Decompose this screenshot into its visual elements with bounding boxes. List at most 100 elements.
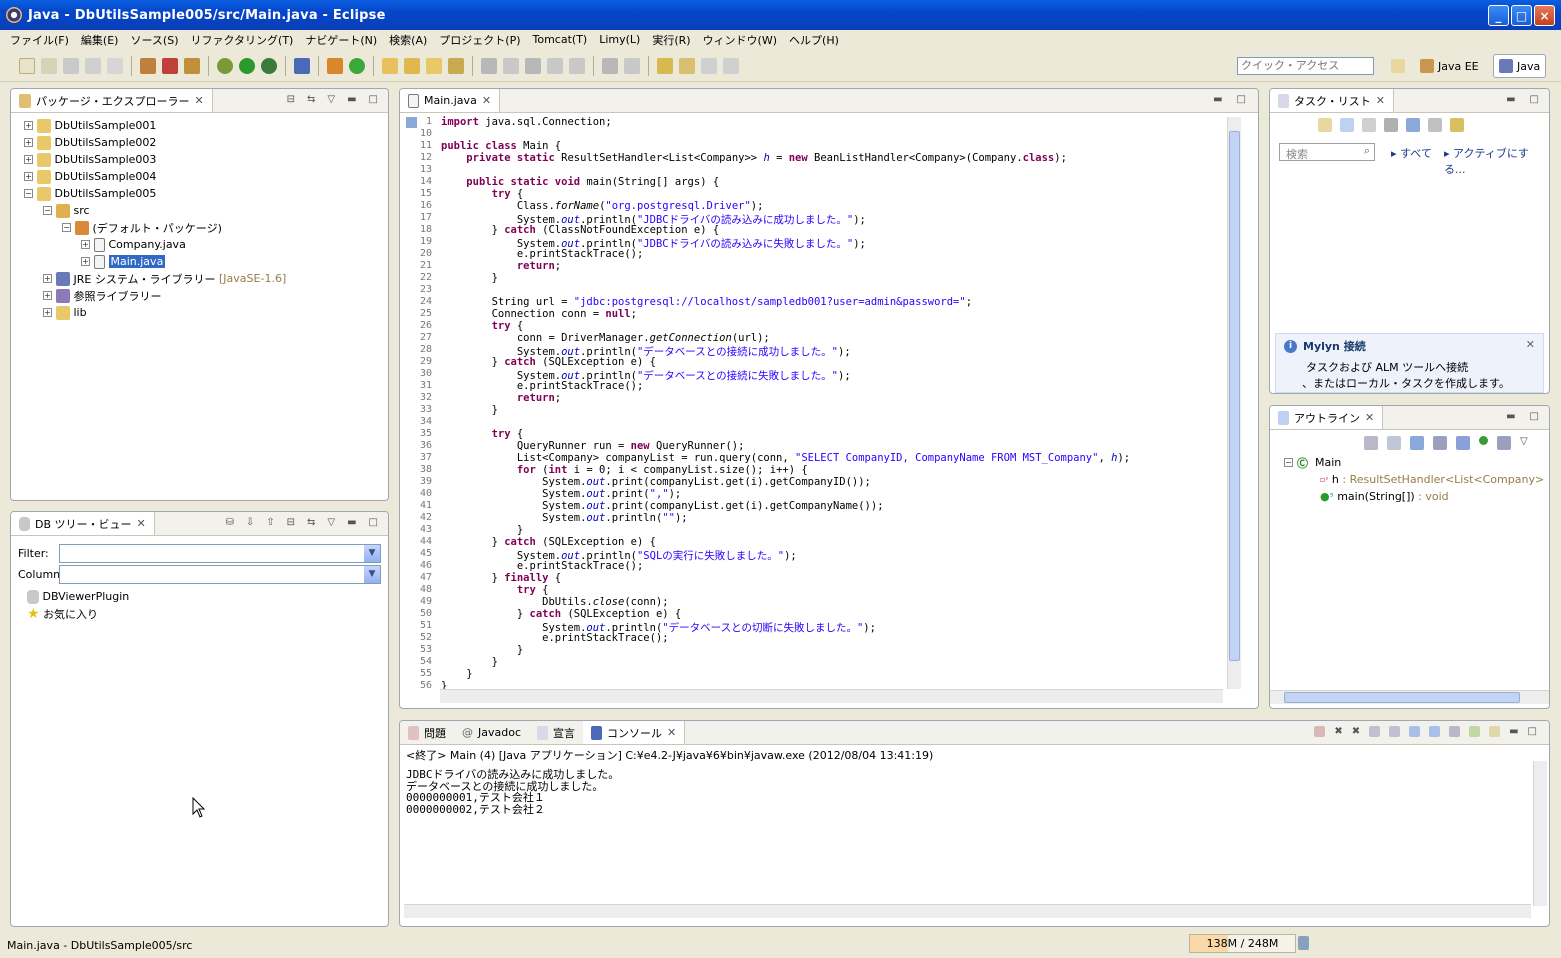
focus-active-icon[interactable]: [1364, 436, 1378, 450]
outline-item-class[interactable]: − Ⓒ Main: [1284, 454, 1544, 471]
console-output[interactable]: JDBCドライバの読み込みに成功しました。 データベースとの接続に成功しました。…: [406, 769, 1519, 815]
tree-item-favorites[interactable]: ★ お気に入り: [27, 605, 129, 622]
hide-fields-icon[interactable]: [1433, 436, 1447, 450]
minimize-icon[interactable]: ▬: [1506, 411, 1515, 422]
sync-icon[interactable]: [1450, 118, 1464, 132]
menu-source[interactable]: ソース(S): [124, 32, 184, 48]
menu-refactor[interactable]: リファクタリング(T): [184, 32, 299, 48]
close-icon[interactable]: ✕: [1526, 338, 1535, 351]
code-editor[interactable]: 1 10 11 12 13 14 15 16 17 18 19 20 21 22 23 24 25 26 27 28 2…: [400, 115, 1258, 708]
open-folder-icon[interactable]: [426, 57, 442, 74]
view-menu-icon[interactable]: ▽: [327, 94, 335, 105]
minimize-icon[interactable]: ▬: [1509, 726, 1518, 737]
memory-indicator[interactable]: 138M / 248M: [1189, 934, 1296, 953]
menu-window[interactable]: ウィンドウ(W): [697, 32, 783, 48]
maximize-icon[interactable]: □: [1530, 94, 1539, 105]
outline-item-field[interactable]: ▫ˢ h : ResultSetHandler<List<Company>: [1284, 471, 1544, 488]
show-stdout-icon[interactable]: [1409, 726, 1421, 737]
tree-item-file[interactable]: + Company.java: [11, 236, 388, 253]
maximize-button[interactable]: □: [1511, 5, 1532, 26]
import-icon[interactable]: ⇩: [246, 517, 254, 528]
collapse-all-icon[interactable]: [1387, 436, 1401, 450]
scheduled-icon[interactable]: [1362, 118, 1376, 132]
mylyn-create-link[interactable]: 、またはローカル・タスクを作成します。: [1302, 375, 1535, 391]
menu-help[interactable]: ヘルプ(H): [783, 32, 845, 48]
column-input[interactable]: ▼: [59, 565, 381, 584]
run-external-icon[interactable]: [261, 57, 277, 74]
new-package-icon[interactable]: [327, 57, 343, 74]
menu-limy[interactable]: Limy(L): [593, 33, 646, 46]
maximize-icon[interactable]: □: [369, 517, 378, 528]
tomcat-start-icon[interactable]: [140, 57, 156, 74]
minimize-icon[interactable]: ▬: [1213, 94, 1222, 105]
console-horizontal-scrollbar[interactable]: [404, 904, 1531, 918]
open-console-icon[interactable]: [1489, 726, 1501, 737]
tree-item-project[interactable]: + DbUtilsSample002: [11, 134, 388, 151]
prev-annotation-icon[interactable]: [624, 57, 640, 74]
tab-outline[interactable]: アウトライン ✕: [1270, 406, 1384, 429]
skip-breakpoints-icon[interactable]: [294, 57, 310, 74]
collapse-all-icon[interactable]: ⊟: [287, 517, 295, 528]
tab-package-explorer[interactable]: パッケージ・エクスプローラー ✕: [11, 89, 213, 112]
new-icon[interactable]: [19, 57, 35, 74]
close-icon[interactable]: ✕: [1365, 411, 1374, 424]
terminate-icon[interactable]: [1314, 726, 1326, 737]
focus-icon[interactable]: [1384, 118, 1398, 132]
menu-edit[interactable]: 編集(E): [75, 32, 125, 48]
open-perspective-button[interactable]: [1386, 54, 1410, 78]
gc-trash-icon[interactable]: [1298, 936, 1309, 950]
tab-declaration[interactable]: 宣言: [529, 721, 583, 744]
link-icon[interactable]: ⇆: [307, 517, 315, 528]
perspective-java[interactable]: Java: [1493, 54, 1547, 78]
hide-nonpublic-icon[interactable]: [1479, 436, 1488, 445]
filter-input[interactable]: ▼: [59, 544, 381, 563]
menu-tomcat[interactable]: Tomcat(T): [527, 33, 594, 46]
tab-main-java[interactable]: Main.java ✕: [400, 89, 501, 112]
toggle-block-icon[interactable]: [525, 57, 541, 74]
close-icon[interactable]: ✕: [667, 726, 676, 739]
display-console-icon[interactable]: [1469, 726, 1481, 737]
tab-javadoc[interactable]: @ Javadoc: [454, 721, 529, 744]
run-icon[interactable]: [239, 57, 255, 74]
close-icon[interactable]: ✕: [137, 517, 146, 530]
tree-item-project[interactable]: + DbUtilsSample004: [11, 168, 388, 185]
new-class-icon[interactable]: [349, 57, 365, 74]
collapse-all-icon[interactable]: ⊟: [287, 94, 295, 105]
hide-static-icon[interactable]: [1456, 436, 1470, 450]
menu-search[interactable]: 検索(A): [383, 32, 433, 48]
tomcat-stop-icon[interactable]: [162, 57, 178, 74]
save-icon[interactable]: [63, 57, 79, 74]
tree-item-default-package[interactable]: − (デフォルト・パッケージ): [11, 219, 388, 236]
sort-icon[interactable]: [1410, 436, 1424, 450]
maximize-icon[interactable]: □: [1237, 94, 1246, 105]
maximize-icon[interactable]: □: [369, 94, 378, 105]
new-task-icon[interactable]: [1318, 118, 1332, 132]
close-button[interactable]: ×: [1534, 5, 1555, 26]
minimize-button[interactable]: _: [1488, 5, 1509, 26]
tree-item-project[interactable]: − DbUtilsSample005: [11, 185, 388, 202]
view-menu-icon[interactable]: ▽: [327, 517, 335, 528]
tree-item-project[interactable]: + DbUtilsSample001: [11, 117, 388, 134]
editor-vertical-scrollbar[interactable]: [1227, 117, 1241, 689]
close-icon[interactable]: ✕: [194, 94, 203, 107]
next-annotation-icon[interactable]: [602, 57, 618, 74]
maximize-icon[interactable]: □: [1530, 411, 1539, 422]
quick-access-input[interactable]: [1237, 57, 1374, 75]
task-search-input[interactable]: 検索 ⌕: [1279, 143, 1375, 161]
minimize-icon[interactable]: ▬: [347, 94, 356, 105]
minimize-icon[interactable]: ▬: [1506, 94, 1515, 105]
toggle-mark-icon[interactable]: [481, 57, 497, 74]
menu-navigate[interactable]: ナビゲート(N): [299, 32, 383, 48]
show-whitespace-icon[interactable]: [547, 57, 563, 74]
db-icon[interactable]: ⛁: [225, 517, 233, 528]
open-task-icon[interactable]: [404, 57, 420, 74]
outline-item-method[interactable]: ●ˢ main(String[]) : void: [1284, 488, 1544, 505]
all-tasks-link[interactable]: ▸ すべて: [1391, 145, 1432, 161]
tab-console[interactable]: コンソール ✕: [583, 721, 686, 744]
activate-link[interactable]: ▸ アクティブにする...: [1444, 145, 1549, 177]
export-icon[interactable]: ⇧: [266, 517, 274, 528]
tab-problems[interactable]: 問題: [400, 721, 454, 744]
close-icon[interactable]: ✕: [482, 94, 491, 107]
console-vertical-scrollbar[interactable]: [1533, 761, 1547, 906]
remove-all-icon[interactable]: ✖: [1352, 726, 1360, 737]
